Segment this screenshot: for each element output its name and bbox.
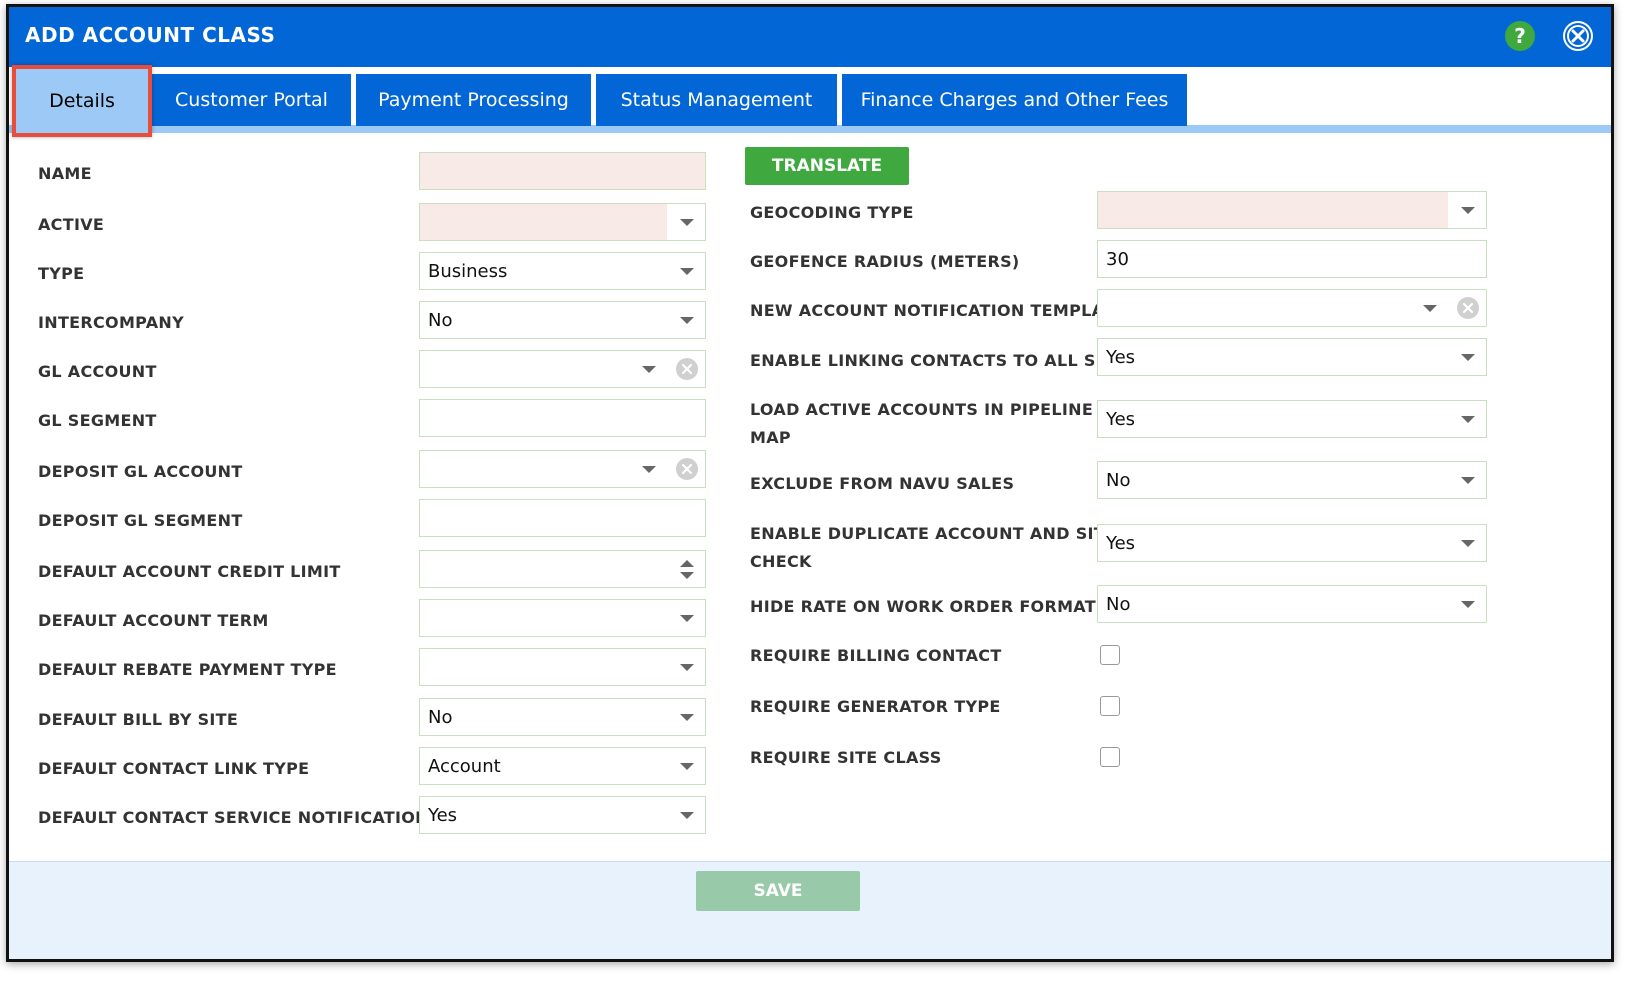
contact-service-select[interactable]: Yes <box>419 796 706 834</box>
chevron-down-icon <box>1461 416 1475 423</box>
pipeline-value: Yes <box>1106 409 1136 430</box>
close-icon[interactable] <box>1563 21 1593 51</box>
rebate-payment-label: DEFAULT REBATE PAYMENT TYPE <box>38 660 337 679</box>
tab-finance-charges[interactable]: Finance Charges and Other Fees <box>842 74 1187 126</box>
help-icon[interactable]: ? <box>1505 21 1535 51</box>
type-label: TYPE <box>38 264 85 283</box>
chevron-down-icon <box>1461 601 1475 608</box>
chevron-down-icon <box>680 268 694 275</box>
gl-account-select[interactable] <box>419 350 706 388</box>
gl-segment-label: GL SEGMENT <box>38 411 157 430</box>
chevron-down-icon <box>1461 354 1475 361</box>
linking-contacts-select[interactable]: Yes <box>1097 338 1487 376</box>
credit-limit-input[interactable] <box>419 550 706 588</box>
active-select[interactable] <box>419 203 706 241</box>
notification-template-label: NEW ACCOUNT NOTIFICATION TEMPLATE <box>750 301 1126 320</box>
bill-by-site-select[interactable]: No <box>419 698 706 736</box>
require-site-class-label: REQUIRE SITE CLASS <box>750 748 942 767</box>
account-term-select[interactable] <box>419 599 706 637</box>
chevron-down-icon <box>680 763 694 770</box>
add-account-class-dialog: ADD ACCOUNT CLASS ? Customer Portal Paym… <box>6 4 1614 962</box>
require-site-class-checkbox[interactable] <box>1100 747 1120 767</box>
bill-by-site-value: No <box>428 707 453 728</box>
pipeline-label-line2: MAP <box>750 428 791 447</box>
deposit-gl-segment-input[interactable] <box>419 499 706 537</box>
credit-limit-label: DEFAULT ACCOUNT CREDIT LIMIT <box>38 562 341 581</box>
gl-account-label: GL ACCOUNT <box>38 362 157 381</box>
contact-service-value: Yes <box>428 805 458 826</box>
duplicate-check-label-line2: CHECK <box>750 552 812 571</box>
dialog-titlebar: ADD ACCOUNT CLASS ? <box>9 7 1611 67</box>
chevron-down-icon <box>680 615 694 622</box>
require-generator-label: REQUIRE GENERATOR TYPE <box>750 697 1001 716</box>
chevron-down-icon <box>1423 305 1437 312</box>
type-value: Business <box>428 261 508 282</box>
contact-service-label: DEFAULT CONTACT SERVICE NOTIFICATION <box>38 808 429 827</box>
dialog-title: ADD ACCOUNT CLASS <box>25 23 276 47</box>
chevron-down-icon <box>1461 477 1475 484</box>
chevron-down-icon <box>1461 540 1475 547</box>
geofence-input[interactable]: 30 <box>1097 240 1487 278</box>
geofence-label: GEOFENCE RADIUS (METERS) <box>750 252 1020 271</box>
gl-segment-input[interactable] <box>419 399 706 437</box>
tab-details[interactable]: Details <box>12 65 152 137</box>
chevron-down-icon <box>680 317 694 324</box>
deposit-gl-account-select[interactable] <box>419 450 706 488</box>
contact-link-label: DEFAULT CONTACT LINK TYPE <box>38 759 310 778</box>
intercompany-select[interactable]: No <box>419 301 706 339</box>
clear-icon[interactable] <box>676 358 698 380</box>
chevron-down-icon <box>680 664 694 671</box>
exclude-navu-value: No <box>1106 470 1131 491</box>
require-billing-checkbox[interactable] <box>1100 645 1120 665</box>
contact-link-value: Account <box>428 756 501 777</box>
contact-link-select[interactable]: Account <box>419 747 706 785</box>
deposit-gl-segment-label: DEPOSIT GL SEGMENT <box>38 511 243 530</box>
duplicate-check-select[interactable]: Yes <box>1097 524 1487 562</box>
clear-icon[interactable] <box>1457 297 1479 319</box>
hide-rate-value: No <box>1106 594 1131 615</box>
chevron-down-icon <box>1461 207 1475 214</box>
linking-contacts-label: ENABLE LINKING CONTACTS TO ALL SITES <box>750 351 1137 370</box>
spin-down-icon[interactable] <box>680 572 694 579</box>
exclude-navu-select[interactable]: No <box>1097 461 1487 499</box>
spin-up-icon[interactable] <box>680 560 694 567</box>
chevron-down-icon <box>642 466 656 473</box>
pipeline-label-line1: LOAD ACTIVE ACCOUNTS IN PIPELINE <box>750 400 1094 419</box>
require-billing-label: REQUIRE BILLING CONTACT <box>750 646 1002 665</box>
active-label: ACTIVE <box>38 215 105 234</box>
rebate-payment-select[interactable] <box>419 648 706 686</box>
translate-button[interactable]: TRANSLATE <box>745 147 909 185</box>
type-select[interactable]: Business <box>419 252 706 290</box>
duplicate-check-label-line1: ENABLE DUPLICATE ACCOUNT AND SITE <box>750 524 1117 543</box>
clear-icon[interactable] <box>676 458 698 480</box>
tab-customer-portal[interactable]: Customer Portal <box>152 74 351 126</box>
exclude-navu-label: EXCLUDE FROM NAVU SALES <box>750 474 1015 493</box>
pipeline-select[interactable]: Yes <box>1097 400 1487 438</box>
account-term-label: DEFAULT ACCOUNT TERM <box>38 611 269 630</box>
chevron-down-icon <box>642 366 656 373</box>
hide-rate-select[interactable]: No <box>1097 585 1487 623</box>
tab-payment-processing[interactable]: Payment Processing <box>356 74 591 126</box>
linking-contacts-value: Yes <box>1106 347 1136 368</box>
intercompany-label: INTERCOMPANY <box>38 313 184 332</box>
hide-rate-label: HIDE RATE ON WORK ORDER FORMAT <box>750 597 1096 616</box>
name-input[interactable] <box>419 152 706 190</box>
intercompany-value: No <box>428 310 453 331</box>
chevron-down-icon <box>680 219 694 226</box>
geofence-value: 30 <box>1106 249 1129 270</box>
bill-by-site-label: DEFAULT BILL BY SITE <box>38 710 239 729</box>
name-label: NAME <box>38 164 92 183</box>
notification-template-select[interactable] <box>1097 289 1487 327</box>
chevron-down-icon <box>680 714 694 721</box>
deposit-gl-account-label: DEPOSIT GL ACCOUNT <box>38 462 243 481</box>
tab-underline <box>9 125 1611 133</box>
geocoding-select[interactable] <box>1097 191 1487 229</box>
geocoding-label: GEOCODING TYPE <box>750 203 914 222</box>
require-generator-checkbox[interactable] <box>1100 696 1120 716</box>
tab-status-management[interactable]: Status Management <box>596 74 837 126</box>
chevron-down-icon <box>680 812 694 819</box>
duplicate-check-value: Yes <box>1106 533 1136 554</box>
save-button[interactable]: SAVE <box>696 871 860 911</box>
